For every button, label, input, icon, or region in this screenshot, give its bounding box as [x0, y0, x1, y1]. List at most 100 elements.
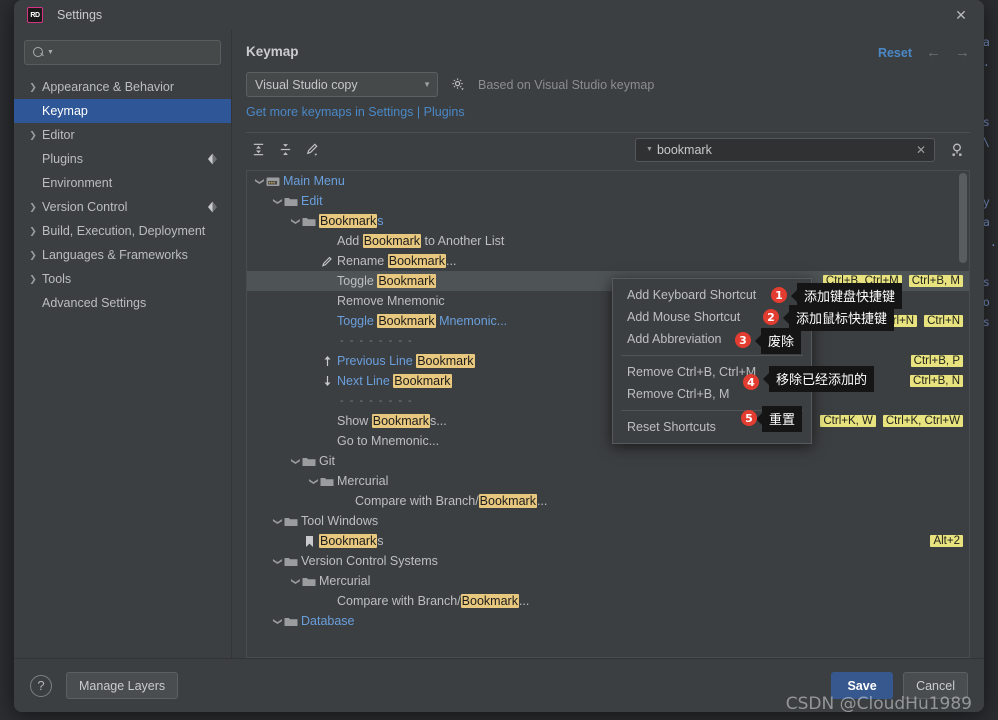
help-button[interactable]: ?	[30, 674, 52, 697]
arrow-right-icon[interactable]: →	[955, 45, 970, 60]
table-row[interactable]: ❯Compare with Branch/Bookmark...	[247, 591, 969, 611]
label-prefix: Mercurial	[319, 574, 371, 588]
settings-search-input[interactable]: ▼	[24, 40, 221, 65]
search-match-highlight: Bookmark	[371, 414, 431, 428]
search-match-highlight: Bookmark	[319, 214, 378, 228]
save-button[interactable]: Save	[831, 672, 894, 699]
label-prefix: Toggle	[337, 314, 378, 328]
annotation-badge-5: 5	[741, 410, 757, 426]
sidebar-item-label: Keymap	[42, 104, 88, 118]
folder-icon	[302, 216, 316, 227]
tree-row-label: Git	[319, 454, 335, 468]
tree-row-label: Toggle Bookmark Mnemonic...	[337, 314, 507, 328]
shortcut-badge: Ctrl+B, N	[910, 375, 963, 387]
table-row[interactable]: ❯ Bookmarks	[247, 211, 969, 231]
sidebar-item-label: Environment	[42, 176, 113, 190]
tree-row-label: Go to Mnemonic...	[337, 434, 439, 448]
expand-all-icon[interactable]	[246, 139, 270, 161]
chevron-down-icon: ❯	[273, 197, 283, 205]
annotation-badge-4: 4	[743, 374, 759, 390]
cancel-button[interactable]: Cancel	[903, 672, 968, 699]
main-menu-icon	[266, 176, 280, 187]
search-match-highlight: Bookmark	[387, 254, 447, 268]
close-icon[interactable]: ✕	[952, 6, 970, 24]
pencil-icon	[320, 255, 334, 268]
dialog-footer: ? Manage Layers Save Cancel CSDN @CloudH…	[14, 658, 984, 712]
search-match-highlight: Bookmark	[460, 594, 519, 608]
sidebar-item-label: Appearance & Behavior	[42, 80, 175, 94]
table-row[interactable]: ❯Show Bookmarks...Ctrl+K, WCtrl+K, Ctrl+…	[247, 411, 969, 431]
table-row[interactable]: ❯ Mercurial	[247, 471, 969, 491]
tree-separator: - - - - - - - -	[340, 335, 414, 347]
table-row[interactable]: ❯- - - - - - - -	[247, 391, 969, 411]
chevron-right-icon: ❯	[29, 225, 37, 236]
table-row[interactable]: ❯ Edit	[247, 191, 969, 211]
tree-separator: - - - - - - - -	[340, 395, 414, 407]
label-prefix: Mercurial	[337, 474, 389, 488]
keymap-select[interactable]: Visual Studio copy ▼	[246, 72, 438, 97]
sidebar-item-build-execution-deployment[interactable]: ❯ Build, Execution, Deployment	[14, 219, 231, 243]
tree-row-label: Toggle Bookmark	[337, 274, 436, 288]
keymap-actions-tree[interactable]: ❯Main Menu❯Edit❯Bookmarks❯Add Bookmark t…	[246, 170, 970, 658]
table-row[interactable]: ❯Add Bookmark to Another List	[247, 231, 969, 251]
folder-icon	[284, 196, 298, 207]
chevron-down-icon: ❯	[291, 457, 301, 465]
find-shortcut-icon[interactable]	[944, 139, 970, 161]
table-row[interactable]: ❯BookmarksAlt+2	[247, 531, 969, 551]
tree-scrollbar[interactable]	[959, 173, 967, 263]
annotation-callout-3: 废除	[761, 328, 802, 354]
table-row[interactable]: ❯Compare with Branch/Bookmark...	[247, 491, 969, 511]
manage-layers-button[interactable]: Manage Layers	[66, 672, 179, 699]
table-row[interactable]: ❯Go to Mnemonic...	[247, 431, 969, 451]
table-row[interactable]: ❯ Version Control Systems	[247, 551, 969, 571]
annotation-badge-3: 3	[735, 332, 751, 348]
sidebar-item-appearance-behavior[interactable]: ❯ Appearance & Behavior	[14, 75, 231, 99]
label-suffix: Main Menu	[283, 174, 345, 188]
table-row[interactable]: ❯ Mercurial	[247, 571, 969, 591]
gear-icon[interactable]	[448, 75, 468, 95]
chevron-down-icon: ❯	[309, 477, 319, 485]
edit-pencil-icon[interactable]	[300, 139, 324, 161]
table-row[interactable]: ❯- - - - - - - -	[247, 331, 969, 351]
clear-x-icon[interactable]: ✕	[914, 143, 928, 157]
label-suffix: Edit	[301, 194, 323, 208]
sidebar-item-advanced-settings[interactable]: ❯Advanced Settings	[14, 291, 231, 315]
sidebar-item-plugins[interactable]: ❯Plugins	[14, 147, 231, 171]
shortcut-list: Ctrl+B, P	[910, 355, 963, 367]
sidebar-item-label: Tools	[42, 272, 72, 286]
search-match-highlight: Bookmark	[319, 534, 378, 548]
search-match-highlight: Bookmark	[362, 234, 421, 248]
sidebar-item-keymap[interactable]: ❯Keymap	[14, 99, 231, 123]
label-prefix: Tool Windows	[301, 514, 379, 528]
table-row[interactable]: ❯ Git	[247, 451, 969, 471]
label-prefix: Go to Mnemonic...	[337, 434, 440, 448]
folder-icon	[320, 476, 334, 487]
arrow-left-icon[interactable]: ←	[926, 45, 941, 60]
sidebar-item-languages-frameworks[interactable]: ❯ Languages & Frameworks	[14, 243, 231, 267]
search-icon	[33, 46, 46, 59]
tree-row-label: Tool Windows	[301, 514, 378, 528]
sidebar-item-editor[interactable]: ❯ Editor	[14, 123, 231, 147]
table-row[interactable]: ❯ Main Menu	[247, 171, 969, 191]
chevron-down-icon: ❯	[273, 517, 283, 525]
sidebar-item-version-control[interactable]: ❯ Version Control	[14, 195, 231, 219]
chevron-right-icon: ❯	[29, 201, 37, 212]
tree-row-label: Mercurial	[319, 574, 370, 588]
table-row[interactable]: ❯ Database	[247, 611, 969, 631]
get-more-keymaps-link[interactable]: Get more keymaps in Settings | Plugins	[246, 105, 465, 119]
sidebar-item-environment[interactable]: ❯Environment	[14, 171, 231, 195]
sidebar-item-tools[interactable]: ❯ Tools	[14, 267, 231, 291]
table-row[interactable]: ❯Rename Bookmark...	[247, 251, 969, 271]
annotation-badge-2: 2	[763, 309, 779, 325]
shortcut-badge: Ctrl+B, P	[910, 355, 963, 367]
reset-link[interactable]: Reset	[878, 46, 912, 60]
label-prefix: Add	[337, 234, 363, 248]
label-prefix: Compare with Branch/	[355, 494, 479, 508]
label-prefix: Git	[319, 454, 335, 468]
shortcut-search-input[interactable]: ▼ bookmark ✕	[635, 137, 935, 162]
collapse-all-icon[interactable]	[273, 139, 297, 161]
sidebar-item-label: Languages & Frameworks	[42, 248, 188, 262]
menu-item-add-mouse-shortcut[interactable]: Add Mouse Shortcut	[613, 306, 811, 328]
search-match-highlight: Bookmark	[377, 274, 436, 288]
table-row[interactable]: ❯ Tool Windows	[247, 511, 969, 531]
